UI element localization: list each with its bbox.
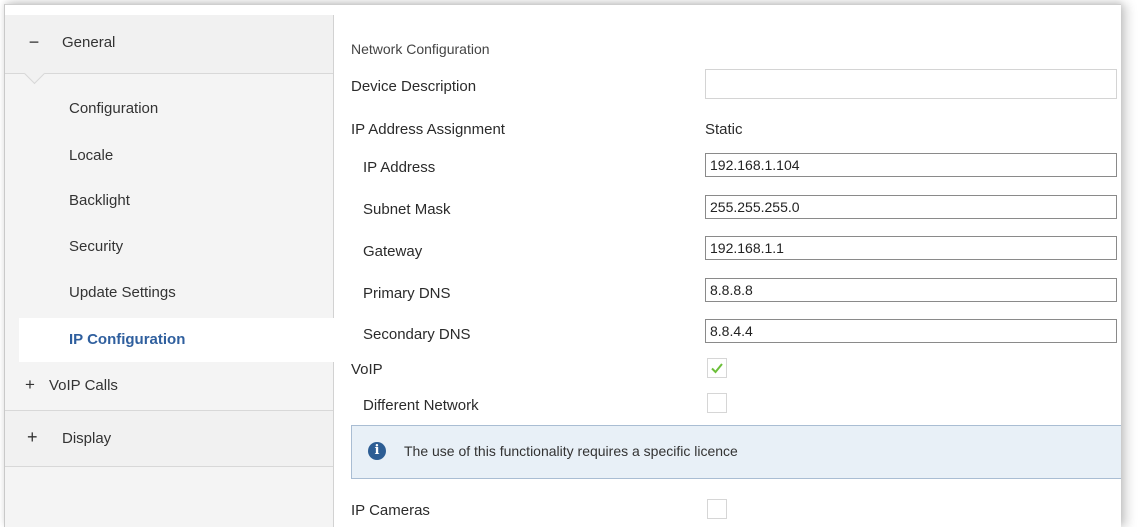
ip-cameras-checkbox[interactable] [707,499,727,519]
collapse-icon[interactable]: − [27,32,41,53]
sidebar-item-backlight[interactable]: Backlight [69,192,130,209]
section-title: Network Configuration [351,41,490,57]
info-icon: i [368,442,386,460]
sidebar-item-configuration[interactable]: Configuration [69,100,158,117]
secondary-dns-label: Secondary DNS [363,326,471,343]
sidebar-item-label: IP Configuration [69,331,186,348]
sidebar-item-locale[interactable]: Locale [69,147,113,164]
device-description-label: Device Description [351,78,477,95]
device-description-field[interactable] [705,69,1117,99]
expand-icon[interactable]: + [25,375,35,395]
sidebar-item-update-settings[interactable]: Update Settings [69,284,176,301]
sidebar-group-label: General [62,34,116,51]
gateway-field[interactable] [705,236,1117,260]
sidebar-item-security[interactable]: Security [69,238,123,255]
sidebar-group-label: Display [62,430,112,447]
main-panel: Network Configuration Device Description… [335,5,1121,527]
different-network-checkbox[interactable] [707,393,727,413]
gateway-label: Gateway [363,243,423,260]
ip-assignment-label: IP Address Assignment [351,121,505,138]
checkmark-icon [711,363,723,374]
primary-dns-field[interactable] [705,278,1117,302]
voip-label: VoIP [351,361,383,378]
sidebar-group-display[interactable]: + Display [5,411,333,467]
sidebar-group-label: VoIP Calls [49,377,118,394]
ip-cameras-label: IP Cameras [351,502,430,519]
voip-checkbox[interactable] [707,358,727,378]
secondary-dns-field[interactable] [705,319,1117,343]
primary-dns-label: Primary DNS [363,285,451,302]
sidebar-group-general[interactable]: − General [5,15,333,85]
expanded-notch-icon [23,62,46,85]
sidebar-item-ip-configuration[interactable]: IP Configuration [19,318,339,362]
sidebar-group-voip-calls[interactable]: + VoIP Calls [5,365,333,411]
different-network-label: Different Network [363,397,479,414]
sidebar: − General Configuration Locale Backlight… [5,15,339,527]
subnet-mask-field[interactable] [705,195,1117,219]
info-banner: i The use of this functionality requires… [351,425,1121,479]
info-text: The use of this functionality requires a… [404,443,738,459]
subnet-mask-label: Subnet Mask [363,201,451,218]
app-window: − General Configuration Locale Backlight… [4,4,1121,527]
ip-address-field[interactable] [705,153,1117,177]
ip-address-label: IP Address [363,159,436,176]
ip-assignment-value[interactable]: Static [705,121,743,138]
expand-icon[interactable]: + [27,427,38,448]
